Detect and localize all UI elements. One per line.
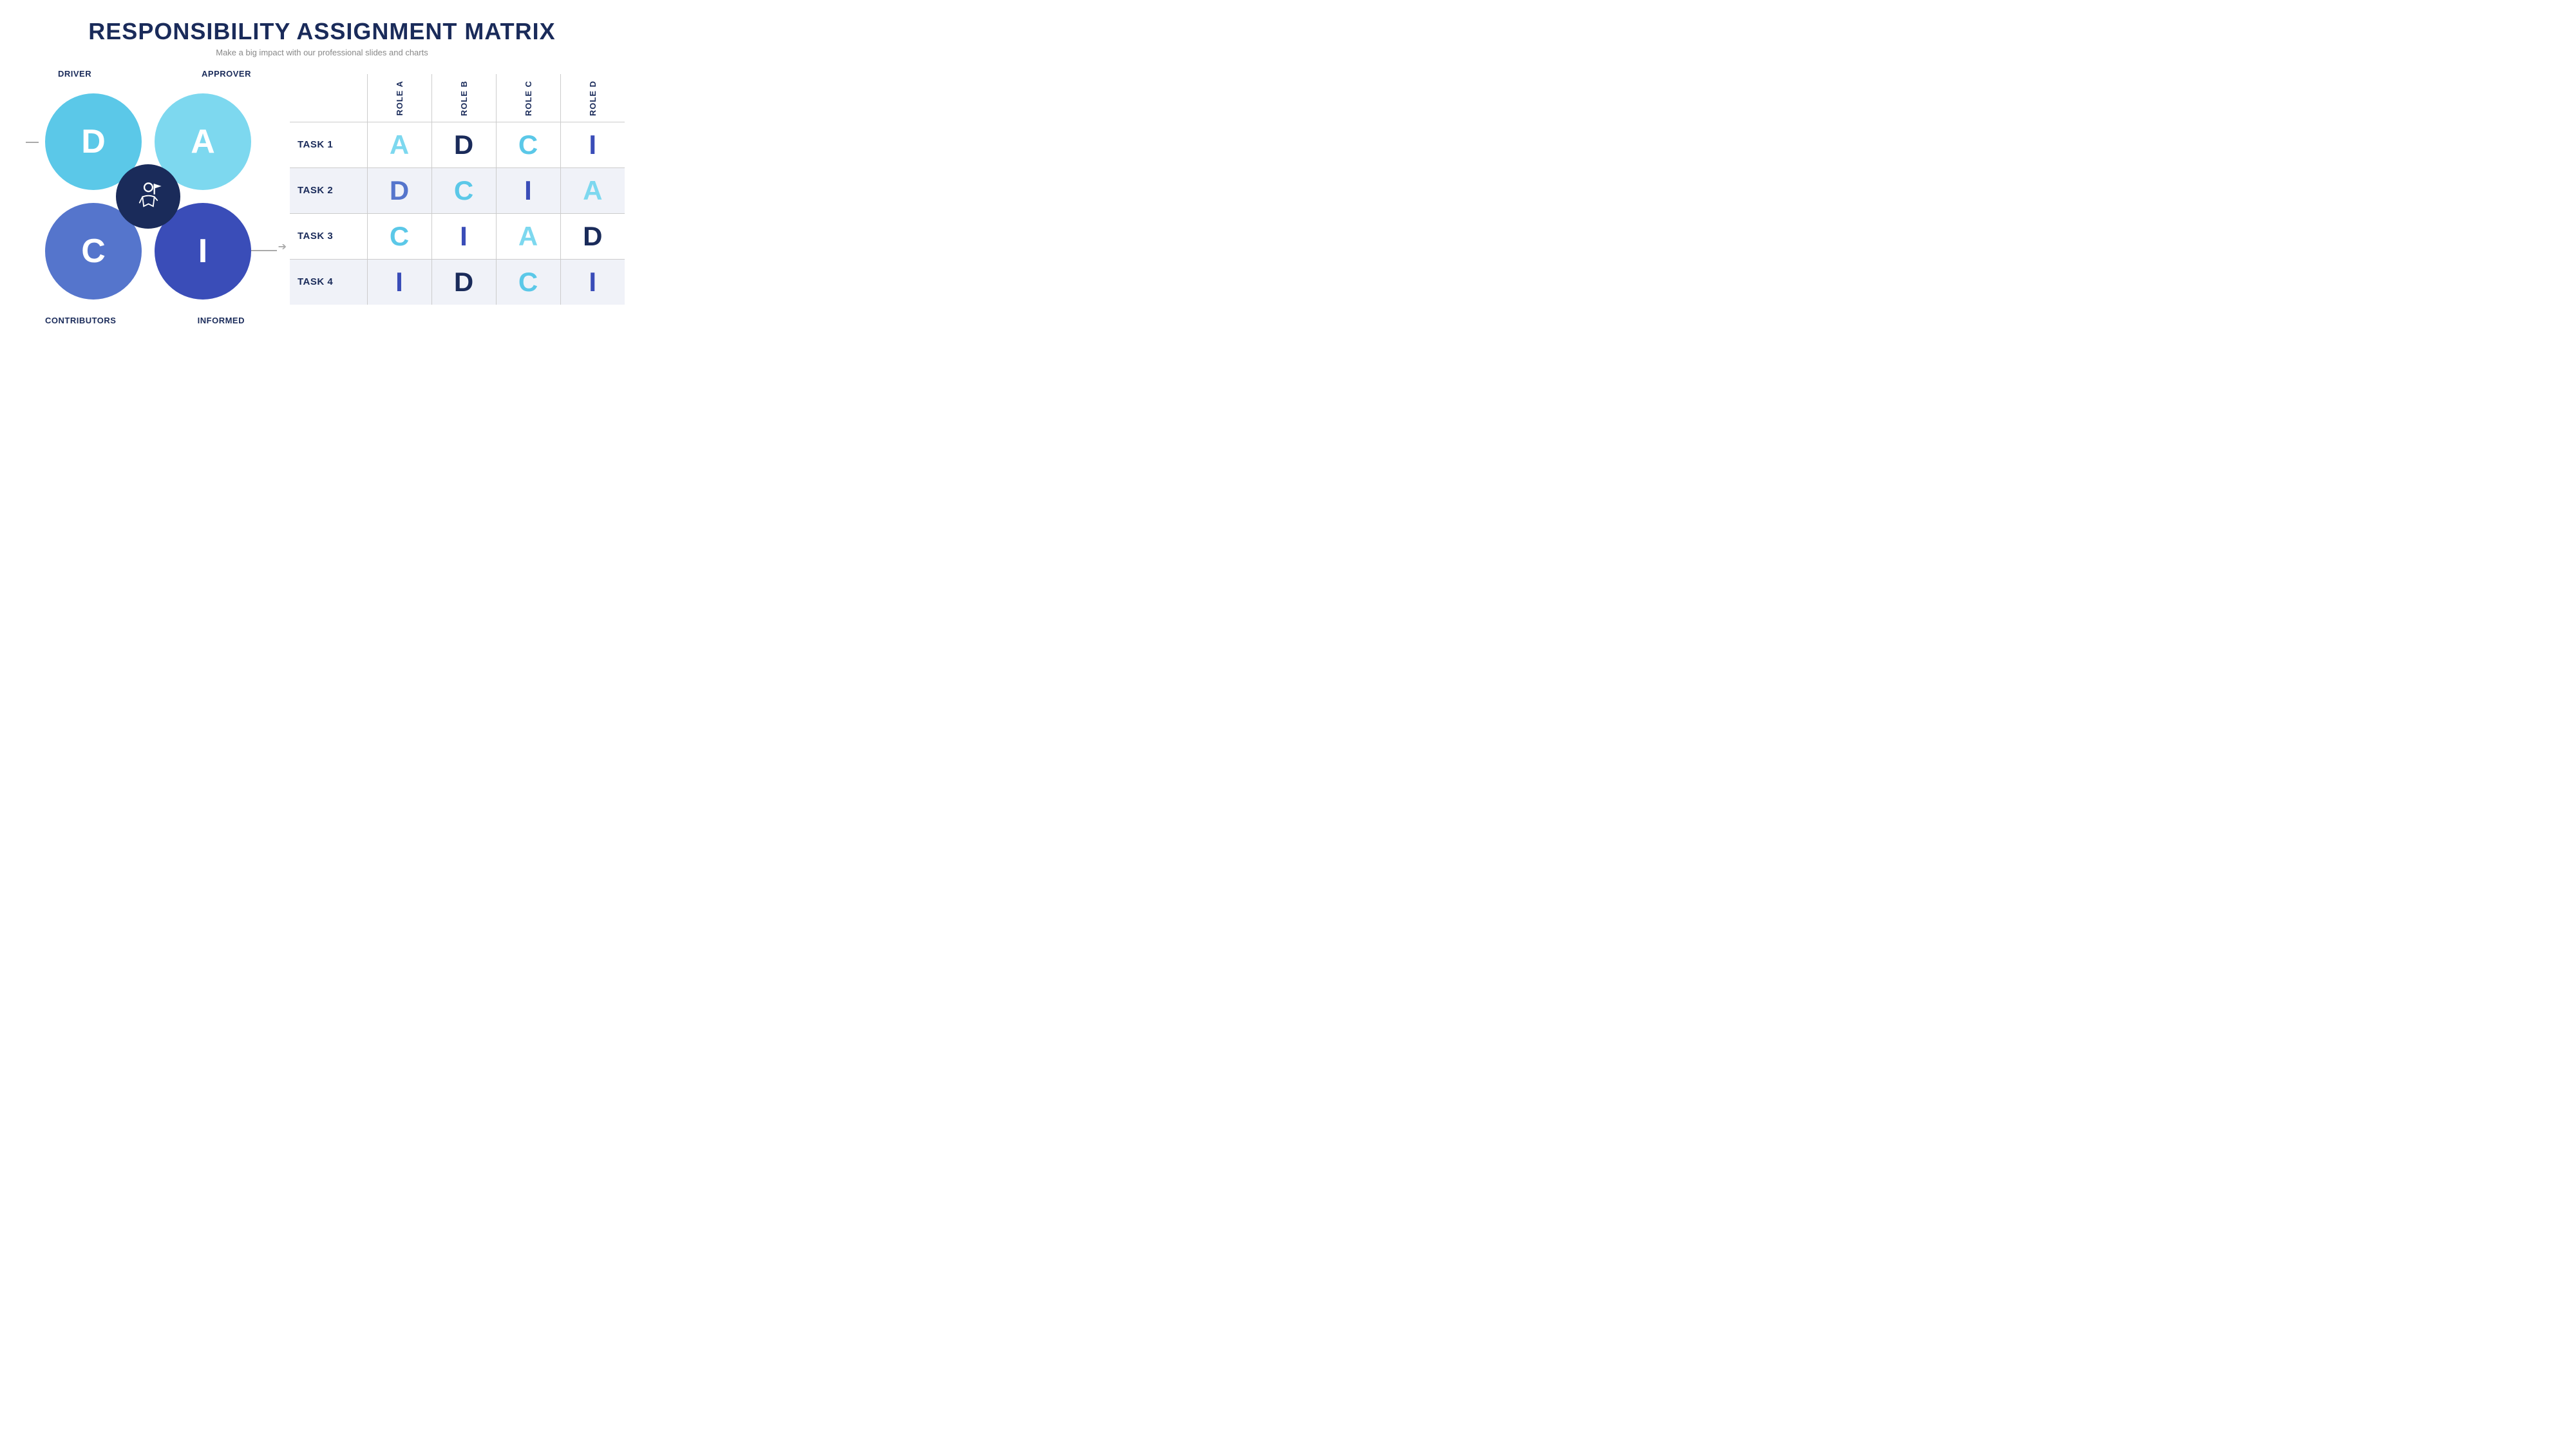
role-cell: D (560, 214, 625, 260)
role-b-label: ROLE B (459, 77, 469, 116)
role-cell: C (431, 168, 496, 214)
role-a-label: ROLE A (395, 77, 404, 116)
page-title: RESPONSIBILITY ASSIGNMENT MATRIX (88, 18, 555, 45)
circles-area: DRIVER APPROVER CONTRIBUTORS INFORMED ➔ … (39, 87, 258, 306)
d-letter: D (81, 122, 106, 161)
role-cell: D (367, 168, 431, 214)
cell-letter: I (589, 129, 596, 160)
task-label: TASK 3 (298, 231, 333, 242)
role-cell: D (431, 122, 496, 168)
task-label-cell: TASK 1 (290, 122, 367, 168)
cell-letter: D (583, 221, 602, 251)
role-cell: A (367, 122, 431, 168)
cell-letter: D (454, 267, 473, 297)
page: RESPONSIBILITY ASSIGNMENT MATRIX Make a … (0, 0, 644, 363)
role-cell: I (431, 214, 496, 260)
cell-letter: A (583, 175, 602, 205)
table-row: TASK 3 C I A D (290, 214, 625, 260)
cell-letter: C (454, 175, 473, 205)
role-cell: C (367, 214, 431, 260)
cell-letter: I (395, 267, 403, 297)
role-a-header: ROLE A (367, 74, 431, 122)
task-label-cell: TASK 2 (290, 168, 367, 214)
cell-letter: C (518, 129, 538, 160)
table-row: TASK 1 A D C I (290, 122, 625, 168)
circle-center (116, 164, 180, 229)
role-c-label: ROLE C (524, 77, 533, 116)
cell-letter: C (518, 267, 538, 297)
role-cell: I (496, 168, 560, 214)
cell-letter: D (390, 175, 409, 205)
role-cell: C (496, 260, 560, 305)
cell-letter: I (589, 267, 596, 297)
driver-label: DRIVER (58, 69, 91, 79)
line-left (26, 142, 39, 143)
i-letter: I (198, 232, 207, 271)
matrix-area: ROLE A ROLE B ROLE C ROLE D (290, 68, 625, 350)
informed-label: INFORMED (198, 316, 245, 325)
task-label: TASK 1 (298, 139, 333, 150)
cell-letter: A (518, 221, 538, 251)
line-right (251, 250, 277, 251)
cell-letter: C (390, 221, 409, 251)
role-cell: C (496, 122, 560, 168)
page-subtitle: Make a big impact with our professional … (88, 48, 555, 57)
table-row: TASK 4 I D C I (290, 260, 625, 305)
task-label: TASK 4 (298, 276, 333, 287)
cell-letter: I (460, 221, 468, 251)
role-cell: I (367, 260, 431, 305)
cell-letter: D (454, 129, 473, 160)
role-cell: I (560, 122, 625, 168)
role-cell: A (496, 214, 560, 260)
role-cell: D (431, 260, 496, 305)
cell-letter: I (524, 175, 532, 205)
task-label-cell: TASK 4 (290, 260, 367, 305)
role-cell: I (560, 260, 625, 305)
content-area: DRIVER APPROVER CONTRIBUTORS INFORMED ➔ … (26, 68, 618, 350)
task-label-cell: TASK 3 (290, 214, 367, 260)
role-cell: A (560, 168, 625, 214)
approver-label: APPROVER (202, 69, 251, 79)
role-b-header: ROLE B (431, 74, 496, 122)
header: RESPONSIBILITY ASSIGNMENT MATRIX Make a … (88, 18, 555, 57)
matrix-table: ROLE A ROLE B ROLE C ROLE D (290, 74, 625, 305)
a-letter: A (191, 122, 215, 161)
role-c-header: ROLE C (496, 74, 560, 122)
daci-diagram: DRIVER APPROVER CONTRIBUTORS INFORMED ➔ … (26, 68, 270, 350)
role-d-label: ROLE D (588, 77, 598, 116)
contributors-label: CONTRIBUTORS (45, 316, 116, 325)
arrow-right-icon: ➔ (278, 240, 287, 253)
role-d-header: ROLE D (560, 74, 625, 122)
task-label: TASK 2 (298, 185, 333, 196)
cell-letter: A (390, 129, 409, 160)
c-letter: C (81, 232, 106, 271)
person-flag-icon (131, 179, 166, 215)
task-header-cell (290, 74, 367, 122)
table-row: TASK 2 D C I A (290, 168, 625, 214)
